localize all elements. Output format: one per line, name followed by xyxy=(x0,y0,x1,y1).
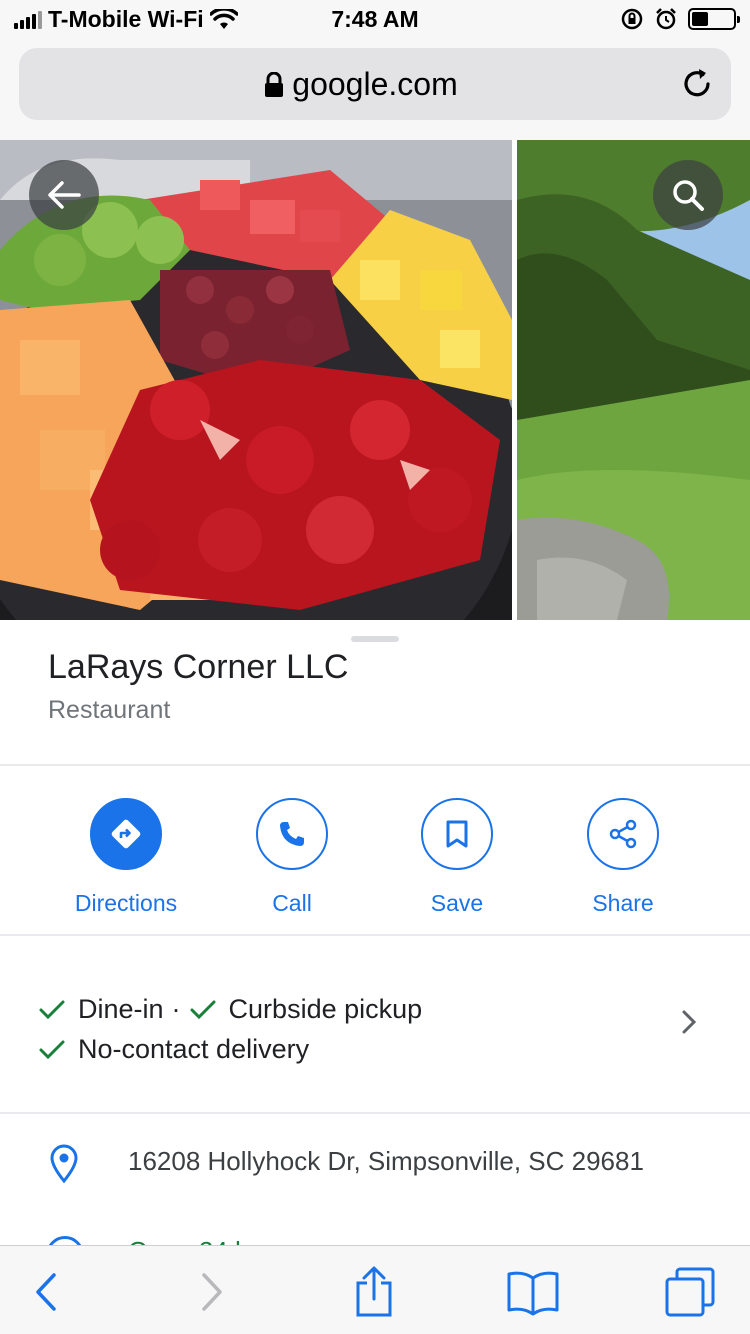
back-nav-button[interactable] xyxy=(16,1264,76,1320)
search-icon xyxy=(673,180,704,211)
chevron-right-icon xyxy=(202,1273,222,1311)
fruit-platter-photo[interactable] xyxy=(0,140,512,620)
alarm-icon xyxy=(656,8,676,30)
back-button[interactable] xyxy=(29,160,99,230)
search-button[interactable] xyxy=(653,160,723,230)
share-sheet-button[interactable] xyxy=(344,1264,404,1320)
action-buttons: Directions Call Save Share xyxy=(0,768,750,934)
directions-label: Directions xyxy=(74,890,178,916)
curbside-option: Curbside pickup xyxy=(228,994,423,1024)
share-button[interactable]: Share xyxy=(543,798,703,917)
share-circle xyxy=(587,798,659,870)
chevron-left-icon xyxy=(36,1273,56,1311)
browser-toolbar xyxy=(0,1245,750,1334)
status-bar: T-Mobile Wi-Fi 7:48 AM xyxy=(0,0,750,40)
bookmarks-button[interactable] xyxy=(503,1264,563,1320)
tabs-button[interactable] xyxy=(660,1264,720,1320)
bookmark-icon xyxy=(446,820,468,848)
address-text: 16208 Hollyhock Dr, Simpsonville, SC 296… xyxy=(128,1146,644,1176)
place-title: LaRays Corner LLC xyxy=(48,648,349,686)
check-icon xyxy=(39,1000,65,1019)
place-category: Restaurant xyxy=(48,696,171,724)
separator-dot: · xyxy=(171,994,181,1024)
street-view-photo[interactable] xyxy=(517,140,750,620)
chevron-right-icon[interactable] xyxy=(680,1008,698,1036)
directions-circle xyxy=(90,798,162,870)
no-contact-option: No-contact delivery xyxy=(78,1034,310,1064)
check-icon xyxy=(190,1000,216,1019)
phone-icon xyxy=(280,822,304,846)
place-photos xyxy=(0,140,750,620)
battery-icon xyxy=(688,8,740,30)
share-label: Share xyxy=(592,890,654,916)
call-button[interactable]: Call xyxy=(212,798,372,917)
directions-button[interactable]: Directions xyxy=(46,798,206,917)
url-text: google.com xyxy=(292,66,458,102)
call-label: Call xyxy=(272,890,312,916)
dine-in-option: Dine-in xyxy=(78,994,164,1024)
call-circle xyxy=(256,798,328,870)
check-icon xyxy=(39,1040,65,1059)
divider xyxy=(0,764,750,766)
save-circle xyxy=(421,798,493,870)
status-icons xyxy=(620,7,740,31)
service-options[interactable]: Dine-in · Curbside pickup No-contact del… xyxy=(0,936,750,1112)
rotation-lock-icon xyxy=(621,8,643,30)
service-line-1: Dine-in · Curbside pickup xyxy=(38,994,422,1025)
reload-icon[interactable] xyxy=(677,64,717,104)
browser-address-area: google.com xyxy=(0,40,750,140)
location-pin-icon xyxy=(50,1144,78,1184)
arrow-left-icon xyxy=(48,181,81,209)
address-row[interactable]: 16208 Hollyhock Dr, Simpsonville, SC 296… xyxy=(0,1114,750,1274)
forward-nav-button[interactable] xyxy=(182,1264,242,1320)
directions-icon xyxy=(111,819,141,849)
book-icon xyxy=(507,1271,559,1316)
tabs-icon xyxy=(665,1267,715,1317)
address-bar[interactable]: google.com xyxy=(19,48,731,120)
share-icon xyxy=(609,819,637,849)
sheet-drag-handle[interactable] xyxy=(351,636,399,642)
share-up-icon xyxy=(356,1266,392,1317)
save-button[interactable]: Save xyxy=(377,798,537,917)
save-label: Save xyxy=(430,890,484,916)
service-line-2: No-contact delivery xyxy=(38,1034,309,1065)
